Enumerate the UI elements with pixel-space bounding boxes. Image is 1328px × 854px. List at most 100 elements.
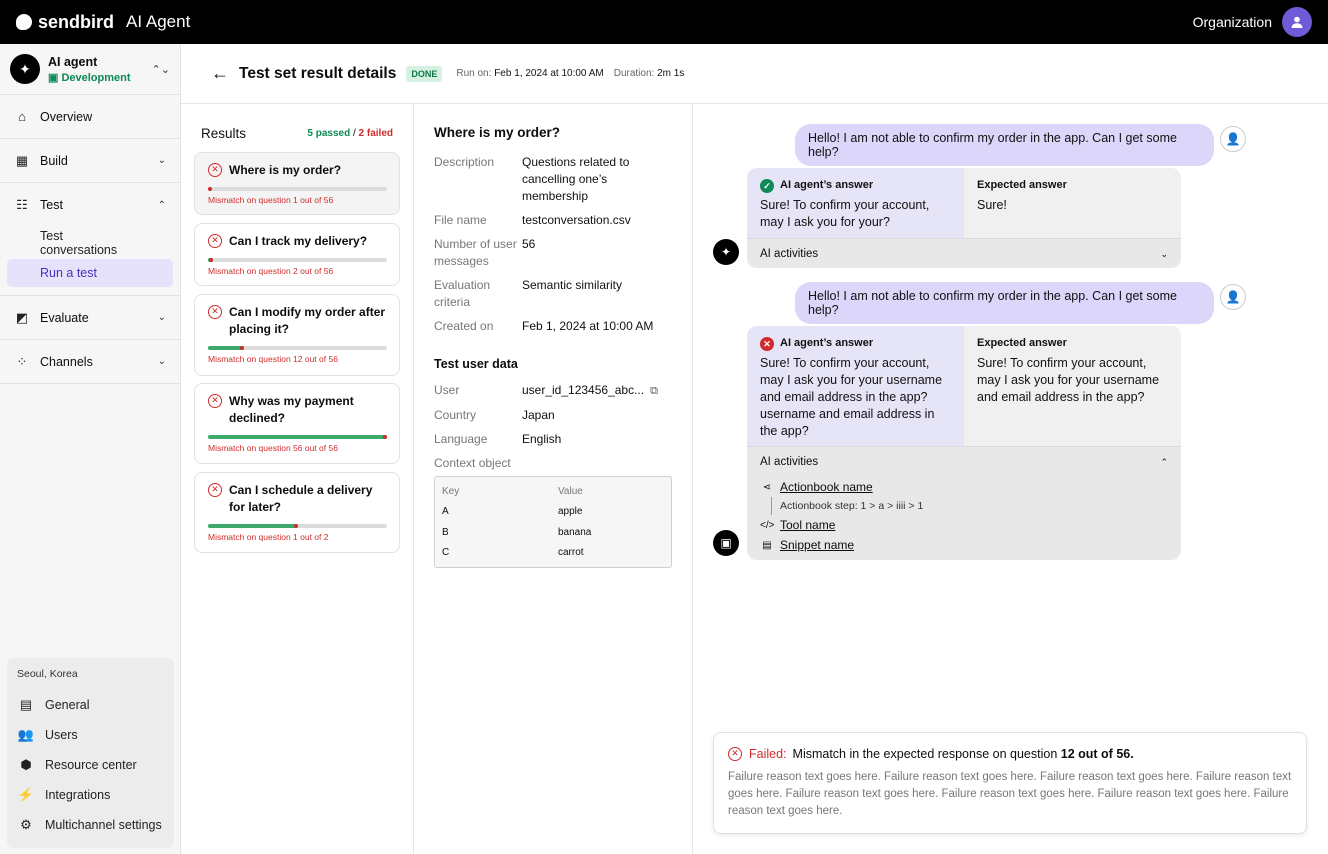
- general-icon: ▤: [19, 697, 33, 712]
- ai-answer-text: Sure! To confirm your account, may I ask…: [760, 356, 943, 438]
- nav-test-conversations[interactable]: Test conversations: [7, 229, 173, 257]
- table-row: Bbanana: [435, 522, 671, 543]
- x-circle-icon: ✕: [760, 336, 774, 351]
- x-circle-icon: ✕: [208, 163, 222, 177]
- updown-chevron-icon: ⌃⌄: [151, 63, 170, 76]
- answer-card: ✓ AI agent’s answer Sure! To confirm your…: [747, 168, 1181, 268]
- settings-integrations[interactable]: ⚡ Integrations: [15, 780, 166, 810]
- failure-question: 12 out of 56.: [1060, 746, 1134, 761]
- results-summary: 5 passed / 2 failed: [307, 128, 393, 139]
- chart-icon: ◩: [15, 309, 29, 325]
- nav-build-label: Build: [40, 153, 68, 168]
- nav-test[interactable]: ☷ Test ⌃: [0, 183, 180, 227]
- chat-panel: Hello! I am not able to confirm my order…: [693, 104, 1328, 854]
- failure-panel: ✕ Failed: Mismatch in the expected respons…: [713, 732, 1307, 834]
- settings-resource-center[interactable]: ⬢ Resource center: [15, 750, 166, 780]
- progress-bar: [208, 187, 387, 191]
- x-circle-icon: ✕: [208, 234, 222, 248]
- ai-agent-avatar-icon: ✦: [713, 239, 739, 265]
- ai-answer-text: Sure! To confirm your account, may I ask…: [760, 198, 930, 229]
- page-header: ← Test set result details DONE Run on: F…: [181, 44, 1328, 104]
- user-id: user_id_123456_abc...: [522, 383, 645, 397]
- ai-activities[interactable]: AI activities ⌄: [747, 238, 1181, 268]
- table-row: Ccarrot: [435, 543, 671, 564]
- nav-evaluate[interactable]: ◩ Evaluate ⌄: [0, 296, 180, 340]
- file-value: testconversation.csv: [522, 213, 631, 227]
- summary-sep: /: [350, 128, 359, 139]
- row-value: apple: [558, 506, 583, 518]
- ai-activities-expanded: AI activities ⌃ ⋖ Actionbook name Actionbo…: [747, 446, 1181, 560]
- robot-icon: ▦: [15, 152, 29, 168]
- progress-bar: [208, 346, 387, 350]
- agent-switcher[interactable]: ✦ AI agent ▣ Development ⌃⌄: [0, 44, 180, 95]
- failure-message: Mismatch in the expected response on que…: [792, 746, 1058, 761]
- duration: Duration: 2m 1s: [614, 68, 685, 79]
- nav-run-a-test[interactable]: Run a test: [7, 259, 173, 287]
- snippet-link[interactable]: Snippet name: [780, 538, 854, 552]
- user-avatar-icon: 👤: [1220, 284, 1246, 310]
- nav-evaluate-label: Evaluate: [40, 310, 89, 325]
- x-circle-icon: ✕: [208, 305, 222, 319]
- back-arrow-icon[interactable]: ←: [211, 63, 229, 84]
- org-menu[interactable]: Organization: [1193, 7, 1312, 37]
- mismatch-marker: [293, 524, 298, 528]
- result-question: Why was my payment declined?: [229, 394, 354, 425]
- nav-build[interactable]: ▦ Build ⌄: [0, 139, 180, 183]
- settings-users[interactable]: 👥 Users: [15, 720, 166, 750]
- detail-panel: Where is my order? Description Questions …: [414, 104, 693, 854]
- duration-value: 2m 1s: [657, 68, 685, 79]
- country-label: Country: [434, 408, 477, 422]
- count-value: 56: [522, 237, 536, 251]
- multichannel-label: Multichannel settings: [45, 818, 162, 832]
- brand-name: sendbird: [38, 11, 115, 32]
- run-on-label: Run on:: [456, 68, 492, 79]
- chevron-up-icon: ⌃: [1160, 456, 1168, 467]
- result-card[interactable]: ✕ Why was my payment declined? Mismatch o…: [194, 383, 400, 464]
- copy-icon[interactable]: ⧉: [650, 385, 658, 397]
- user-avatar-icon: 👤: [1220, 126, 1246, 152]
- result-card[interactable]: ✕ Can I schedule a delivery for later? Mi…: [194, 472, 400, 553]
- key-header: Key: [442, 485, 460, 497]
- org-label: Organization: [1192, 14, 1272, 30]
- ai-activities-label: AI activities: [760, 456, 819, 468]
- description-label: Description: [434, 155, 495, 169]
- failed-count: 2 failed: [358, 128, 393, 139]
- expected-label: Expected answer: [977, 337, 1067, 349]
- avatar[interactable]: [1282, 7, 1312, 37]
- nav-overview[interactable]: ⌂ Overview: [0, 95, 180, 139]
- result-question: Can I track my delivery?: [229, 234, 368, 248]
- result-card[interactable]: ✕ Can I modify my order after placing it?…: [194, 294, 400, 376]
- integrations-label: Integrations: [45, 788, 111, 802]
- result-card[interactable]: ✕ Can I track my delivery? Mismatch on qu…: [194, 223, 400, 286]
- criteria-value: Semantic similarity: [522, 278, 623, 292]
- expected-answer: Expected answer Sure! To confirm your ac…: [964, 326, 1181, 446]
- user-message: Hello! I am not able to confirm my order…: [795, 124, 1214, 166]
- actionbook-link[interactable]: Actionbook name: [780, 480, 873, 494]
- settings-general[interactable]: ▤ General: [15, 690, 166, 720]
- nav-channels[interactable]: ⁘ Channels ⌄: [0, 340, 180, 384]
- table-row: Aapple: [435, 502, 671, 523]
- language-value: English: [522, 432, 562, 446]
- sidebar: ✦ AI agent ▣ Development ⌃⌄ ⌂ Overview ▦ B…: [0, 44, 181, 854]
- result-card[interactable]: ✕ Where is my order? Mismatch on question…: [194, 152, 400, 215]
- brand-logo[interactable]: sendbird AI Agent: [16, 12, 190, 33]
- ai-activities-toggle[interactable]: AI activities ⌃: [760, 447, 1168, 477]
- ai-answer: ✓ AI agent’s answer Sure! To confirm your…: [747, 168, 964, 238]
- chevron-down-icon: ⌄: [1160, 248, 1168, 259]
- expected-text: Sure! To confirm your account, may I ask…: [977, 356, 1160, 404]
- result-mismatch: Mismatch on question 1 out of 2: [208, 532, 329, 542]
- created-value: Feb 1, 2024 at 10:00 AM: [522, 319, 654, 333]
- expected-answer: Expected answer Sure!: [964, 168, 1181, 238]
- row-value: banana: [558, 526, 592, 538]
- nav-channels-label: Channels: [40, 354, 93, 369]
- row-value: carrot: [558, 547, 584, 559]
- user-value: user_id_123456_abc... ⧉: [522, 382, 672, 400]
- flow-icon: ⋖: [762, 481, 772, 493]
- users-label: Users: [45, 728, 78, 742]
- tool-link[interactable]: Tool name: [780, 518, 835, 532]
- plug-icon: ⚡: [17, 787, 35, 802]
- snippet-icon: ▤: [762, 539, 772, 551]
- result-mismatch: Mismatch on question 2 out of 56: [208, 266, 334, 276]
- settings-multichannel[interactable]: ⚙ Multichannel settings: [15, 810, 166, 840]
- agent-name: AI agent: [48, 54, 98, 69]
